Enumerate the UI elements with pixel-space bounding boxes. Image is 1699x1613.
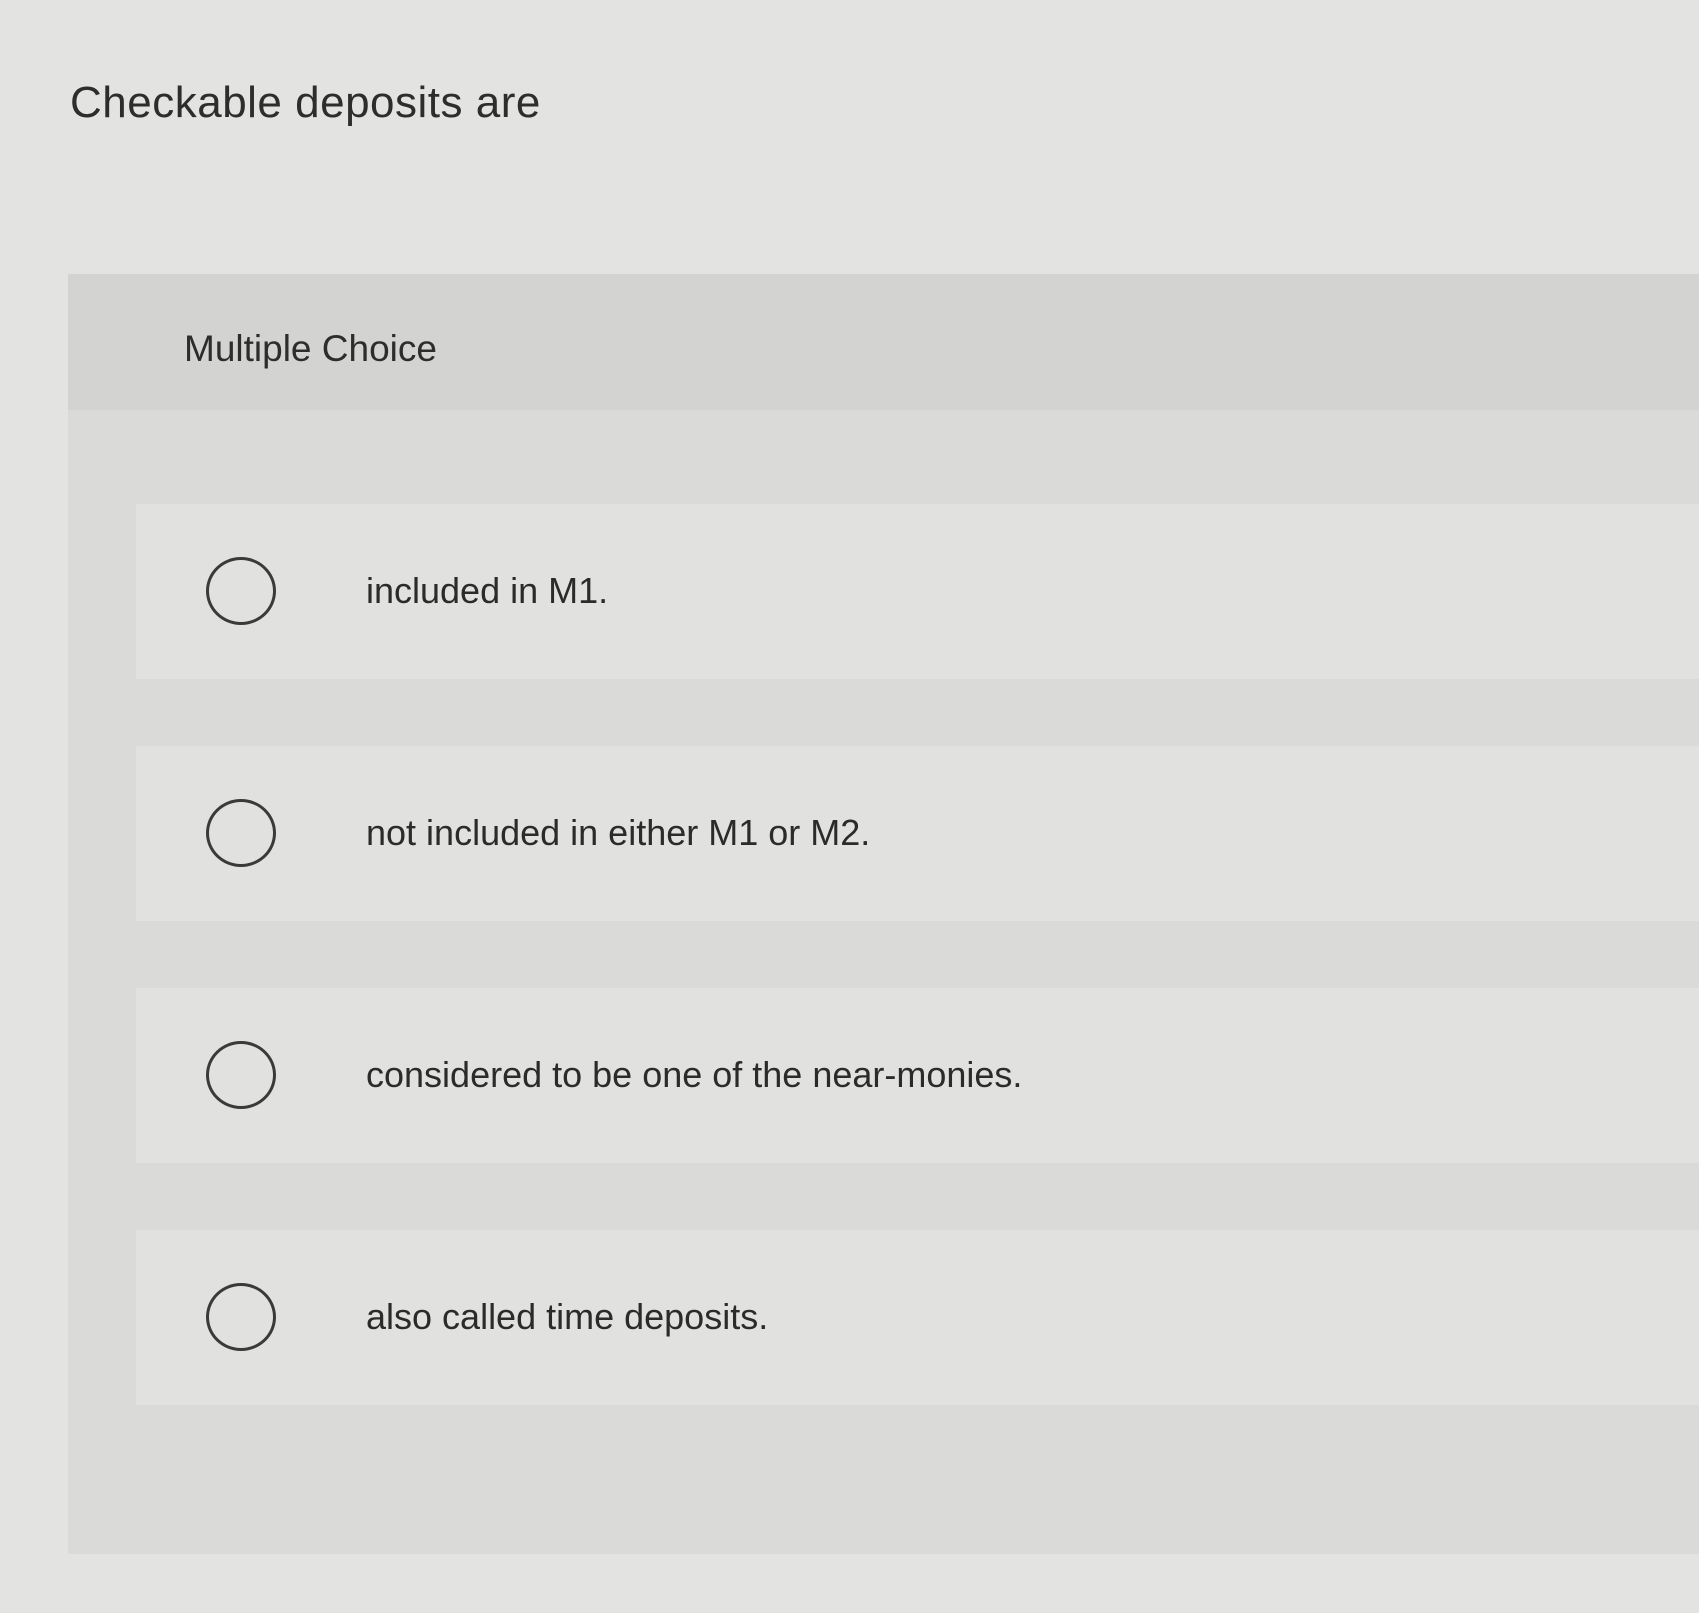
option-label: not included in either M1 or M2. (366, 812, 871, 853)
multiple-choice-panel: Multiple Choice included in M1. not incl… (68, 274, 1699, 1554)
answer-option-4[interactable]: also called time deposits. (136, 1230, 1699, 1405)
choice-type-label: Multiple Choice (184, 328, 437, 369)
question-prompt: Checkable deposits are (70, 78, 541, 127)
answer-option-2[interactable]: not included in either M1 or M2. (136, 746, 1699, 921)
option-label: also called time deposits. (366, 1296, 769, 1337)
answer-option-3[interactable]: considered to be one of the near-monies. (136, 988, 1699, 1163)
radio-button-icon[interactable] (206, 1041, 276, 1109)
option-label: included in M1. (366, 570, 609, 611)
radio-button-icon[interactable] (206, 799, 276, 867)
radio-button-icon[interactable] (206, 557, 276, 625)
radio-button-icon[interactable] (206, 1283, 276, 1351)
option-label: considered to be one of the near-monies. (366, 1054, 1023, 1095)
answer-option-1[interactable]: included in M1. (136, 504, 1699, 679)
choice-header: Multiple Choice (68, 274, 1699, 410)
